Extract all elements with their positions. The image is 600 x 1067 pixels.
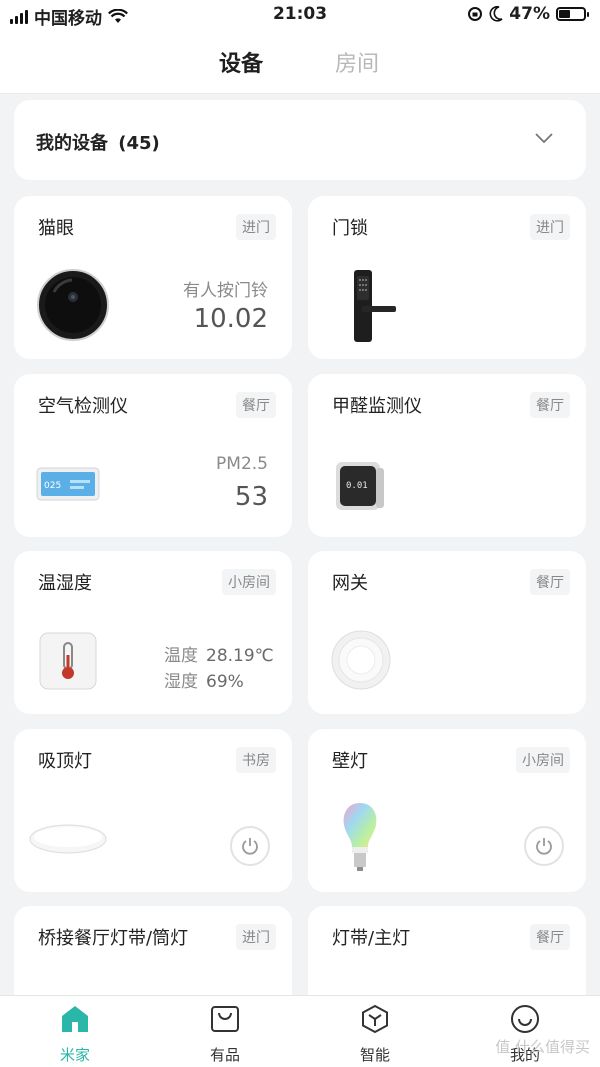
temperature-value: 28.19℃ bbox=[206, 646, 274, 666]
watermark: 值 什么值得买 bbox=[495, 1038, 590, 1056]
tab-label: 有品 bbox=[209, 1046, 240, 1064]
smart-hexagon-icon bbox=[362, 1004, 388, 1034]
status-value: 10.02 bbox=[193, 304, 268, 334]
temperature-reading: 温度 28.19℃ bbox=[164, 641, 274, 666]
air-monitor-icon: 025 bbox=[36, 467, 100, 501]
air-monitor-screen-text: 025 bbox=[44, 481, 61, 491]
humidity-value: 69% bbox=[206, 672, 244, 692]
humidity-reading: 湿度 69% bbox=[164, 667, 244, 692]
device-card-ceiling-light[interactable]: 吸顶灯 书房 bbox=[14, 729, 292, 892]
room-tag: 进门 bbox=[236, 214, 276, 240]
ceiling-light-icon bbox=[29, 824, 107, 854]
device-card-temp-humidity[interactable]: 温湿度 小房间 温度 28.19℃ 湿度 69% bbox=[14, 551, 292, 714]
tab-label: 米家 bbox=[59, 1046, 90, 1064]
room-tag: 小房间 bbox=[516, 747, 570, 773]
battery-percent: 47% bbox=[509, 4, 550, 24]
my-devices-dropdown[interactable]: 我的设备 (45) bbox=[14, 100, 586, 180]
status-right: 47% bbox=[467, 4, 589, 24]
device-card-dining-light-bridge[interactable]: 桥接餐厅灯带/筒灯 进门 bbox=[14, 906, 292, 995]
device-card-peephole[interactable]: 猫眼 进门 有人按门铃 10.02 bbox=[14, 196, 292, 359]
my-devices-label: 我的设备 (45) bbox=[36, 129, 160, 155]
device-name: 空气检测仪 bbox=[38, 396, 128, 417]
battery-icon bbox=[556, 7, 589, 21]
status-label: 有人按门铃 bbox=[183, 281, 268, 301]
power-icon bbox=[242, 838, 258, 855]
status-bar: 中国移动 21:03 47% bbox=[0, 0, 600, 30]
room-tag: 餐厅 bbox=[530, 569, 570, 595]
power-icon bbox=[536, 838, 552, 855]
device-name: 猫眼 bbox=[38, 218, 74, 239]
room-tag: 小房间 bbox=[222, 569, 276, 595]
room-tag: 进门 bbox=[530, 214, 570, 240]
device-name: 吸顶灯 bbox=[38, 751, 92, 772]
tab-youpin[interactable]: 有品 bbox=[180, 1004, 270, 1065]
battery-fill bbox=[559, 10, 570, 18]
device-name: 壁灯 bbox=[332, 751, 368, 772]
tab-devices[interactable]: 设备 bbox=[219, 46, 263, 78]
device-card-gateway[interactable]: 网关 餐厅 bbox=[308, 551, 586, 714]
device-card-wall-light[interactable]: 壁灯 小房间 bbox=[308, 729, 586, 892]
moon-icon bbox=[489, 6, 503, 22]
power-button[interactable] bbox=[230, 826, 270, 866]
room-tag: 进门 bbox=[236, 924, 276, 950]
room-tag: 餐厅 bbox=[530, 924, 570, 950]
temperature-label: 温度 bbox=[164, 646, 198, 666]
top-tabs: 设备 房间 bbox=[0, 30, 600, 94]
door-lock-icon bbox=[354, 270, 396, 342]
formaldehyde-screen-text: 0.01 bbox=[346, 481, 368, 491]
shopping-bag-icon bbox=[211, 1006, 239, 1032]
chevron-down-icon bbox=[535, 133, 553, 144]
room-tag: 书房 bbox=[236, 747, 276, 773]
device-name: 灯带/主灯 bbox=[332, 928, 411, 949]
room-tag: 餐厅 bbox=[236, 392, 276, 418]
peephole-camera-icon bbox=[37, 269, 109, 341]
thermometer-icon bbox=[39, 632, 97, 690]
gateway-icon bbox=[331, 630, 391, 690]
orientation-lock-icon bbox=[468, 7, 483, 21]
room-tag: 餐厅 bbox=[530, 392, 570, 418]
device-name: 温湿度 bbox=[38, 573, 92, 594]
device-card-light-strip-main[interactable]: 灯带/主灯 餐厅 bbox=[308, 906, 586, 995]
device-card-door-lock[interactable]: 门锁 进门 bbox=[308, 196, 586, 359]
bulb-icon bbox=[343, 803, 377, 871]
power-button[interactable] bbox=[524, 826, 564, 866]
device-name: 门锁 bbox=[332, 218, 368, 239]
tab-smart[interactable]: 智能 bbox=[330, 1004, 420, 1065]
device-name: 网关 bbox=[332, 573, 368, 594]
status-value: 53 bbox=[234, 482, 268, 512]
device-card-formaldehyde-monitor[interactable]: 甲醛监测仪 餐厅 0.01 bbox=[308, 374, 586, 537]
device-card-air-monitor[interactable]: 空气检测仪 餐厅 025 PM2.5 53 bbox=[14, 374, 292, 537]
tab-mijia[interactable]: 米家 bbox=[30, 1004, 120, 1065]
my-devices-title: 我的设备 bbox=[36, 133, 108, 154]
my-devices-count: (45) bbox=[118, 133, 160, 154]
tab-label: 智能 bbox=[359, 1046, 390, 1064]
home-icon bbox=[62, 1006, 88, 1032]
humidity-label: 湿度 bbox=[164, 672, 198, 692]
device-name: 桥接餐厅灯带/筒灯 bbox=[38, 928, 189, 949]
smiley-icon bbox=[511, 1005, 539, 1033]
tab-rooms[interactable]: 房间 bbox=[335, 46, 379, 78]
status-label: PM2.5 bbox=[216, 454, 268, 474]
device-name: 甲醛监测仪 bbox=[332, 396, 422, 417]
formaldehyde-monitor-icon: 0.01 bbox=[336, 462, 384, 510]
